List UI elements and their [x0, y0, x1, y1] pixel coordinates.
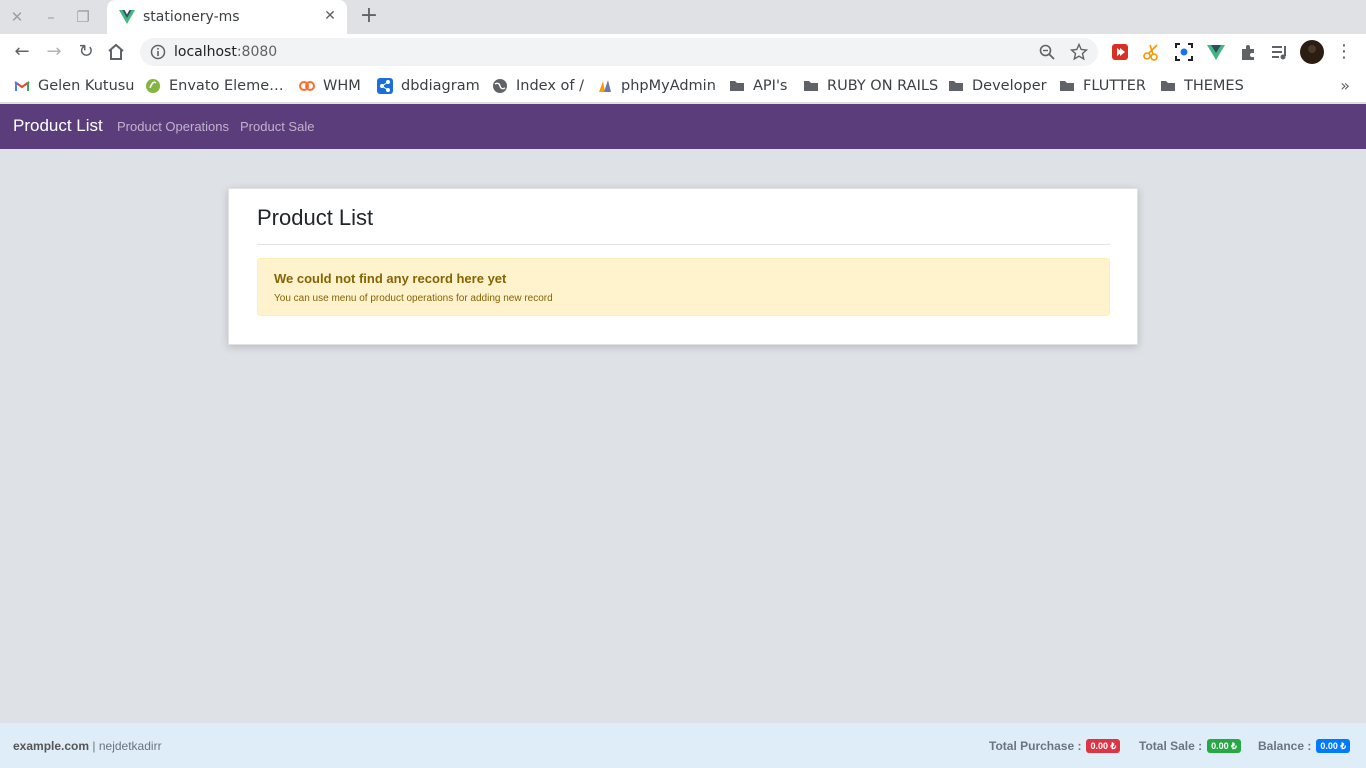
url-text: localhost:8080	[174, 44, 277, 60]
extension-scissors-icon[interactable]	[1142, 42, 1162, 62]
bookmark-label: Developer	[972, 78, 1047, 94]
footer-credit: example.com | nejdetkadirr	[13, 739, 162, 753]
nav-link-product-sale[interactable]: Product Sale	[240, 119, 314, 134]
total-sale-label: Total Sale :	[1139, 739, 1203, 753]
app-navbar: Product List Product Operations Product …	[0, 104, 1366, 149]
browser-menu-icon[interactable]: ⋮	[1332, 40, 1356, 64]
tab-close-icon[interactable]: ✕	[321, 7, 339, 25]
bookmark-themes[interactable]: THEMES	[1160, 76, 1244, 96]
home-icon[interactable]	[106, 42, 126, 62]
bookmark-label: Gelen Kutusu	[38, 78, 135, 94]
nav-link-product-operations[interactable]: Product Operations	[117, 119, 229, 134]
folder-icon	[1161, 81, 1175, 91]
page-title: Product List	[257, 205, 374, 230]
bookmark-index-of[interactable]: Index of /	[492, 76, 584, 96]
bookmark-label: RUBY ON RAILS	[827, 78, 939, 94]
new-tab-icon[interactable]: +	[359, 5, 379, 27]
balance-label: Balance :	[1258, 739, 1312, 753]
folder-icon	[949, 81, 963, 91]
bookmark-label: phpMyAdmin	[621, 78, 716, 94]
bookmark-label: Index of /	[516, 78, 584, 94]
cpanel-icon	[299, 81, 315, 91]
forward-arrow-icon[interactable]: →	[42, 40, 66, 64]
bookmark-label: Envato Eleme…	[169, 78, 284, 94]
media-queue-icon[interactable]	[1270, 42, 1290, 62]
folder-icon	[730, 81, 744, 91]
bookmark-label: WHM	[323, 78, 361, 94]
bookmark-dbdiagram[interactable]: dbdiagram	[377, 76, 480, 96]
back-arrow-icon[interactable]: ←	[10, 40, 34, 64]
bookmark-apis[interactable]: API's	[729, 76, 787, 96]
phpmyadmin-icon	[599, 80, 611, 92]
bookmark-label: API's	[753, 78, 788, 94]
bookmark-phpmyadmin[interactable]: phpMyAdmin	[597, 76, 716, 96]
total-sale-badge: 0.00 ₺	[1207, 739, 1241, 753]
app-footer: example.com | nejdetkadirr Total Purchas…	[0, 723, 1366, 768]
total-sale: Total Sale : 0.00 ₺	[1139, 739, 1241, 753]
vue-favicon-icon	[119, 10, 135, 24]
bookmark-envato[interactable]: Envato Eleme…	[145, 76, 284, 96]
balance-badge: 0.00 ₺	[1316, 739, 1351, 753]
title-divider	[257, 244, 1110, 245]
bookmark-gelen-kutusu[interactable]: Gelen Kutusu	[14, 76, 135, 96]
bookmark-flutter[interactable]: FLUTTER	[1059, 76, 1146, 96]
bookmark-label: dbdiagram	[401, 78, 480, 94]
zoom-icon[interactable]	[1038, 43, 1056, 61]
url-port: :8080	[236, 44, 278, 60]
address-bar[interactable]: localhost:8080	[140, 38, 1098, 66]
bookmark-label: THEMES	[1184, 78, 1244, 94]
reload-icon[interactable]: ↻	[74, 40, 98, 64]
total-purchase: Total Purchase : 0.00 ₺	[989, 739, 1121, 753]
balance: Balance : 0.00 ₺	[1258, 739, 1351, 753]
globe-icon	[493, 79, 507, 93]
extensions-puzzle-icon[interactable]	[1238, 42, 1258, 62]
bookmark-ruby-on-rails[interactable]: RUBY ON RAILS	[803, 76, 938, 96]
bookmark-star-icon[interactable]	[1070, 43, 1088, 61]
bookmark-label: FLUTTER	[1083, 78, 1147, 94]
tab-title: stationery-ms	[143, 9, 240, 25]
folder-icon	[1060, 81, 1074, 91]
bookmarks-bar: Gelen Kutusu Envato Eleme… WHM dbdiagram…	[0, 70, 1366, 103]
site-info-icon[interactable]	[150, 44, 166, 60]
footer-separator: |	[92, 739, 96, 753]
bookmarks-overflow-icon[interactable]: »	[1340, 76, 1350, 95]
envato-icon	[146, 79, 160, 93]
dbdiagram-icon	[377, 78, 393, 94]
window-close-icon[interactable]: ✕	[7, 7, 27, 27]
footer-user: nejdetkadirr	[98, 739, 162, 753]
navbar-brand[interactable]: Product List	[13, 116, 103, 136]
browser-toolbar: ← → ↻ localhost:8080 ⋮	[0, 34, 1366, 70]
alert-title: We could not find any record here yet	[274, 271, 507, 286]
window-minimize-icon[interactable]: –	[41, 7, 61, 27]
window-restore-icon[interactable]: ❐	[73, 7, 93, 27]
extension-vue-devtools-icon[interactable]	[1206, 42, 1226, 62]
extension-red-icon[interactable]	[1110, 42, 1130, 62]
product-list-card: Product List We could not find any recor…	[228, 188, 1138, 345]
bookmark-whm[interactable]: WHM	[299, 76, 361, 96]
bookmark-developer[interactable]: Developer	[948, 76, 1047, 96]
folder-icon	[804, 81, 818, 91]
total-purchase-label: Total Purchase :	[989, 739, 1082, 753]
browser-tabstrip: ✕ – ❐ stationery-ms ✕ +	[0, 0, 1366, 34]
alert-text: You can use menu of product operations f…	[274, 293, 553, 304]
empty-state-alert: We could not find any record here yet Yo…	[257, 258, 1110, 316]
extension-screenshot-icon[interactable]	[1174, 42, 1194, 62]
url-host: localhost	[174, 44, 237, 60]
total-purchase-badge: 0.00 ₺	[1086, 739, 1121, 753]
footer-site[interactable]: example.com	[13, 739, 89, 753]
gmail-icon	[14, 81, 30, 91]
profile-avatar[interactable]	[1300, 40, 1324, 64]
browser-tab[interactable]: stationery-ms ✕	[107, 0, 347, 34]
